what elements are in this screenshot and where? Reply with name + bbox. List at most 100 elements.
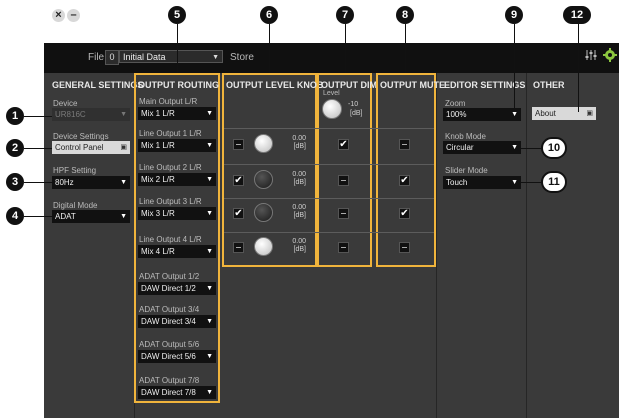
mute-checkbox[interactable] (399, 139, 410, 150)
dropdown-arrow-icon: ▼ (206, 285, 213, 292)
slider-mode-select[interactable]: Touch ▼ (443, 176, 521, 189)
hpf-setting-select[interactable]: 80Hz ▼ (52, 176, 130, 189)
hpf-value: 80Hz (55, 178, 74, 187)
device-select[interactable]: UR816C ▼ (52, 108, 130, 121)
routing-value: Mix 3 L/R (141, 209, 175, 218)
checkmark-icon: ✔ (339, 139, 348, 150)
callout-leader (345, 24, 346, 73)
level-knob-enable-checkbox[interactable]: ✔ (233, 208, 244, 219)
knob-mode-select[interactable]: Circular ▼ (443, 141, 521, 154)
routing-value: DAW Direct 3/4 (141, 317, 196, 326)
hpf-setting-label: HPF Setting (53, 166, 97, 175)
unchecked-dash-icon (236, 144, 241, 145)
routing-label: Line Output 4 L/R (139, 235, 202, 244)
store-button[interactable]: Store (230, 52, 254, 63)
output-level-knob-heading: OUTPUT LEVEL KNOB (226, 80, 324, 90)
level-unit: [dB] (293, 179, 306, 186)
output-level-knob[interactable] (254, 237, 273, 256)
routing-select[interactable]: Mix 1 L/R ▼ (138, 139, 216, 152)
unchecked-dash-icon (341, 213, 346, 214)
slider-mode-value: Touch (446, 178, 468, 187)
gear-icon[interactable] (603, 48, 617, 62)
close-button[interactable]: × (52, 9, 65, 22)
row-divider (224, 198, 434, 199)
callout-11: 11 (541, 171, 567, 193)
callout-4: 4 (6, 207, 24, 225)
routing-value: Mix 1 L/R (141, 109, 175, 118)
level-value: 0.00 (292, 238, 306, 245)
row-divider (224, 128, 434, 129)
column-divider (526, 73, 527, 418)
dropdown-arrow-icon: ▼ (206, 248, 213, 255)
checkmark-icon: ✔ (400, 175, 409, 186)
zoom-label: Zoom (445, 99, 466, 108)
dropdown-arrow-icon: ▼ (206, 210, 213, 217)
knob-mode-label: Knob Mode (445, 132, 486, 141)
output-level-knob[interactable] (254, 203, 273, 222)
knob-mode-value: Circular (446, 143, 474, 152)
zoom-select[interactable]: 100% ▼ (443, 108, 521, 121)
close-icon: × (55, 9, 62, 21)
zoom-value: 100% (446, 110, 467, 119)
mute-checkbox[interactable]: ✔ (399, 208, 410, 219)
callout-leader (578, 24, 579, 112)
about-label: About (535, 109, 556, 118)
routing-select[interactable]: DAW Direct 1/2 ▼ (138, 282, 216, 295)
mute-checkbox[interactable]: ✔ (399, 175, 410, 186)
routing-select[interactable]: Mix 3 L/R ▼ (138, 207, 216, 220)
callout-1: 1 (6, 107, 24, 125)
unchecked-dash-icon (236, 247, 241, 248)
preset-name-select[interactable]: Initial Data ▼ (119, 50, 223, 63)
file-menu[interactable]: File (88, 52, 104, 63)
row-divider (224, 164, 434, 165)
checkmark-icon: ✔ (400, 208, 409, 219)
dropdown-arrow-icon: ▼ (120, 213, 127, 220)
routing-select[interactable]: Mix 2 L/R ▼ (138, 173, 216, 186)
output-dim-heading: OUTPUT DIM (321, 80, 377, 90)
routing-label: ADAT Output 5/6 (139, 340, 200, 349)
level-knob-enable-checkbox[interactable]: ✔ (233, 175, 244, 186)
output-mute-heading: OUTPUT MUTE (380, 80, 445, 90)
callout-leader (177, 24, 178, 73)
callout-5: 5 (168, 6, 186, 24)
level-knob-enable-checkbox[interactable] (233, 139, 244, 150)
level-knob-enable-checkbox[interactable] (233, 242, 244, 253)
digital-mode-select[interactable]: ADAT ▼ (52, 210, 130, 223)
routing-label: ADAT Output 3/4 (139, 305, 200, 314)
callout-3: 3 (6, 173, 24, 191)
dropdown-arrow-icon: ▼ (511, 179, 518, 186)
slider-mode-label: Slider Mode (445, 166, 488, 175)
routing-value: Mix 4 L/R (141, 247, 175, 256)
dropdown-arrow-icon: ▼ (206, 318, 213, 325)
routing-label: Line Output 3 L/R (139, 197, 202, 206)
minimize-icon: – (70, 9, 77, 21)
dim-level-knob[interactable] (322, 99, 342, 119)
routing-select[interactable]: Mix 4 L/R ▼ (138, 245, 216, 258)
routing-select[interactable]: DAW Direct 3/4 ▼ (138, 315, 216, 328)
dropdown-arrow-icon: ▼ (120, 111, 127, 118)
callout-9: 9 (505, 6, 523, 24)
dim-checkbox[interactable] (338, 208, 349, 219)
mute-checkbox[interactable] (399, 242, 410, 253)
about-button[interactable]: About ▣ (532, 107, 596, 120)
routing-select[interactable]: Mix 1 L/R ▼ (138, 107, 216, 120)
dropdown-arrow-icon: ▼ (120, 179, 127, 186)
digital-mode-value: ADAT (55, 212, 76, 221)
digital-mode-label: Digital Mode (53, 201, 98, 210)
unchecked-dash-icon (341, 180, 346, 181)
dropdown-arrow-icon: ▼ (206, 389, 213, 396)
routing-select[interactable]: DAW Direct 5/6 ▼ (138, 350, 216, 363)
routing-label: Main Output L/R (139, 97, 198, 106)
mixer-icon[interactable] (584, 48, 598, 62)
checkmark-icon: ✔ (234, 175, 243, 186)
minimize-button[interactable]: – (67, 9, 80, 22)
output-level-knob[interactable] (254, 134, 273, 153)
dim-checkbox[interactable] (338, 175, 349, 186)
dim-checkbox[interactable] (338, 242, 349, 253)
control-panel-button[interactable]: Control Panel ▣ (52, 141, 130, 154)
level-unit: [dB] (293, 212, 306, 219)
output-level-knob[interactable] (254, 170, 273, 189)
column-divider (436, 73, 437, 418)
dim-checkbox[interactable]: ✔ (338, 139, 349, 150)
routing-select[interactable]: DAW Direct 7/8 ▼ (138, 386, 216, 399)
